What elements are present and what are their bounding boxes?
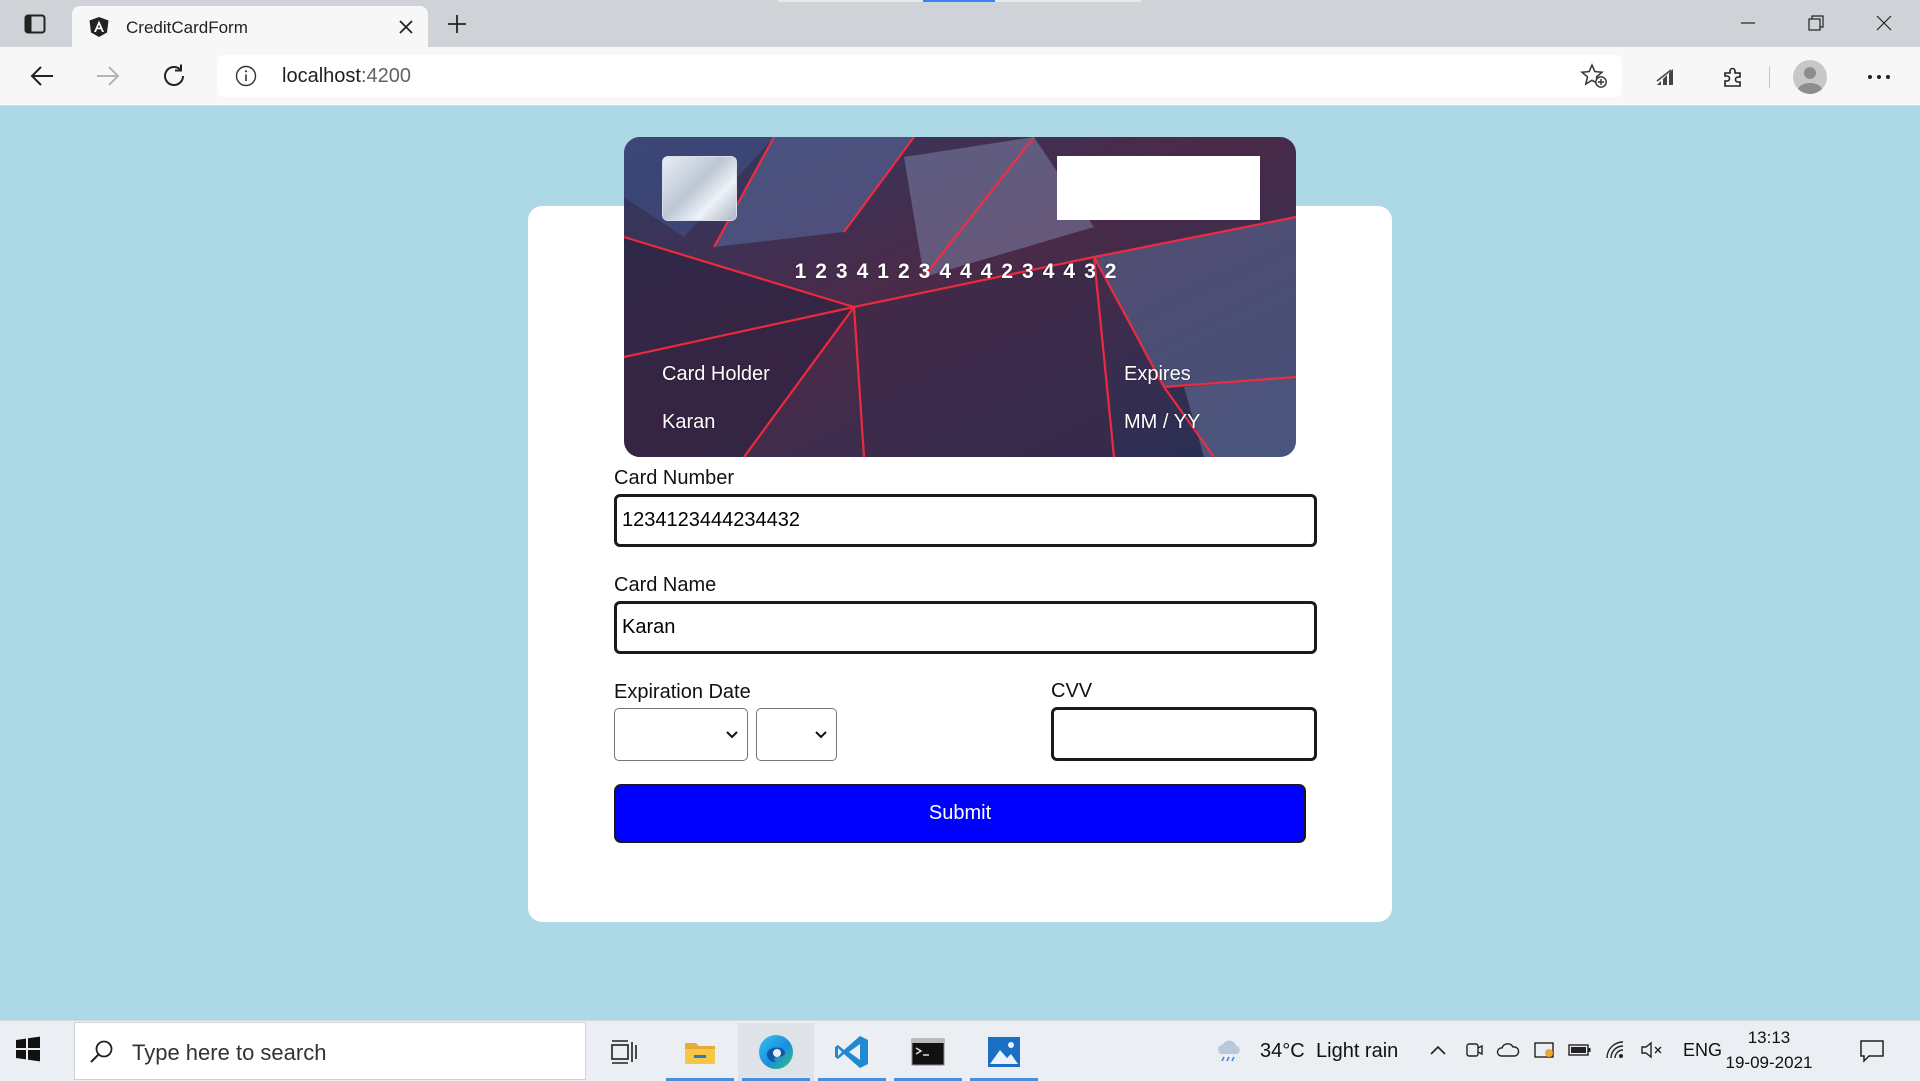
url-text[interactable]: localhost:4200 <box>282 65 411 88</box>
browser-toolbar: localhost:4200 <box>0 47 1920 106</box>
taskbar: Type here to search 34°C Light rain ENG … <box>0 1020 1920 1081</box>
add-favorite-icon[interactable] <box>1580 63 1608 89</box>
search-placeholder: Type here to search <box>132 1040 327 1065</box>
puzzle-icon <box>1724 67 1741 87</box>
taskbar-vscode[interactable] <box>814 1023 890 1081</box>
extensions-button[interactable] <box>1716 60 1750 94</box>
back-button[interactable] <box>22 58 62 94</box>
weather-temperature[interactable]: 34°C <box>1260 1040 1305 1063</box>
arrow-left-icon <box>30 66 53 86</box>
chevron-down-icon <box>726 730 738 738</box>
minimize-button[interactable] <box>1718 6 1778 40</box>
arrow-right-icon <box>97 66 120 86</box>
card-holder-name: Karan <box>662 411 716 433</box>
chevron-up-icon[interactable] <box>1426 1038 1450 1062</box>
tab-actions-icon <box>24 14 46 34</box>
search-icon <box>89 1039 115 1065</box>
window-close-button[interactable] <box>1854 6 1914 40</box>
restore-icon <box>1808 15 1824 31</box>
submit-button[interactable]: Submit <box>614 784 1306 843</box>
expiration-date-label: Expiration Date <box>614 681 751 703</box>
cvv-label: CVV <box>1051 680 1093 702</box>
loading-indicator <box>778 0 1141 2</box>
credit-card-preview: 1234123444234432 Card Holder Karan Expir… <box>624 137 1296 457</box>
close-icon <box>1876 15 1892 31</box>
more-options-button[interactable] <box>1862 60 1896 94</box>
tab-creditcardform[interactable]: CreditCardForm <box>72 6 428 47</box>
card-name-input[interactable] <box>614 601 1317 654</box>
taskbar-edge[interactable] <box>738 1023 814 1081</box>
battery-icon[interactable] <box>1568 1038 1592 1062</box>
card-logo-area <box>1057 156 1260 220</box>
taskbar-terminal[interactable] <box>890 1023 966 1081</box>
ellipsis-icon <box>1868 75 1890 79</box>
card-number-input[interactable] <box>614 494 1317 547</box>
expiration-month-select[interactable] <box>614 708 748 761</box>
card-name-label: Card Name <box>614 574 717 596</box>
tab-title: CreditCardForm <box>126 18 248 37</box>
taskbar-file-explorer[interactable] <box>662 1023 738 1081</box>
performance-button[interactable] <box>1650 60 1684 94</box>
avatar-icon <box>1793 60 1827 94</box>
notifications-icon[interactable] <box>1858 1037 1886 1065</box>
site-info-icon[interactable] <box>235 65 257 87</box>
expires-value: MM / YY <box>1124 411 1201 433</box>
plus-icon <box>448 15 466 33</box>
taskbar-photos[interactable] <box>966 1023 1042 1081</box>
refresh-button[interactable] <box>154 58 194 94</box>
restore-button[interactable] <box>1786 6 1846 40</box>
minimize-icon <box>1741 22 1755 24</box>
meet-now-icon[interactable] <box>1462 1038 1486 1062</box>
start-button[interactable] <box>15 1036 41 1062</box>
edge-icon <box>759 1035 793 1069</box>
photos-icon <box>988 1037 1020 1067</box>
weather-description[interactable]: Light rain <box>1316 1040 1398 1063</box>
refresh-icon <box>164 64 184 86</box>
card-holder-label: Card Holder <box>662 363 770 385</box>
wifi-icon[interactable] <box>1604 1038 1628 1062</box>
forward-button[interactable] <box>88 58 128 94</box>
weather-icon[interactable] <box>1214 1038 1244 1062</box>
toolbar-divider <box>1769 66 1770 88</box>
tab-actions-button[interactable] <box>16 10 54 38</box>
windows-icon <box>16 1036 40 1062</box>
expiration-year-select[interactable] <box>756 708 837 761</box>
clock-date: 19-09-2021 <box>1725 1053 1813 1072</box>
taskbar-search-box[interactable]: Type here to search <box>74 1022 586 1080</box>
tab-strip: CreditCardForm <box>0 0 1920 47</box>
volume-muted-icon[interactable] <box>1640 1038 1664 1062</box>
new-tab-button[interactable] <box>440 10 474 38</box>
card-number-label: Card Number <box>614 467 735 489</box>
vscode-icon <box>835 1036 868 1068</box>
task-view-button[interactable] <box>586 1023 662 1081</box>
tab-close-button[interactable] <box>396 17 416 37</box>
card-number-display: 1234123444234432 <box>794 260 1126 283</box>
folder-icon <box>685 1043 715 1064</box>
address-bar[interactable]: localhost:4200 <box>217 55 1622 97</box>
expires-label: Expires <box>1124 363 1191 385</box>
chevron-down-icon <box>815 730 827 738</box>
task-view-icon <box>611 1040 637 1064</box>
security-icon[interactable] <box>1532 1038 1556 1062</box>
clock[interactable]: 13:13 19-09-2021 <box>1722 1025 1816 1075</box>
terminal-icon <box>911 1038 945 1066</box>
angular-icon <box>88 16 110 38</box>
profile-button[interactable] <box>1790 57 1830 97</box>
clock-time: 13:13 <box>1747 1028 1791 1047</box>
language-indicator[interactable]: ENG <box>1683 1040 1722 1061</box>
cvv-input[interactable] <box>1051 707 1317 761</box>
card-chip <box>662 156 737 221</box>
close-icon <box>399 20 413 34</box>
performance-icon <box>1656 69 1673 85</box>
onedrive-icon[interactable] <box>1496 1038 1520 1062</box>
